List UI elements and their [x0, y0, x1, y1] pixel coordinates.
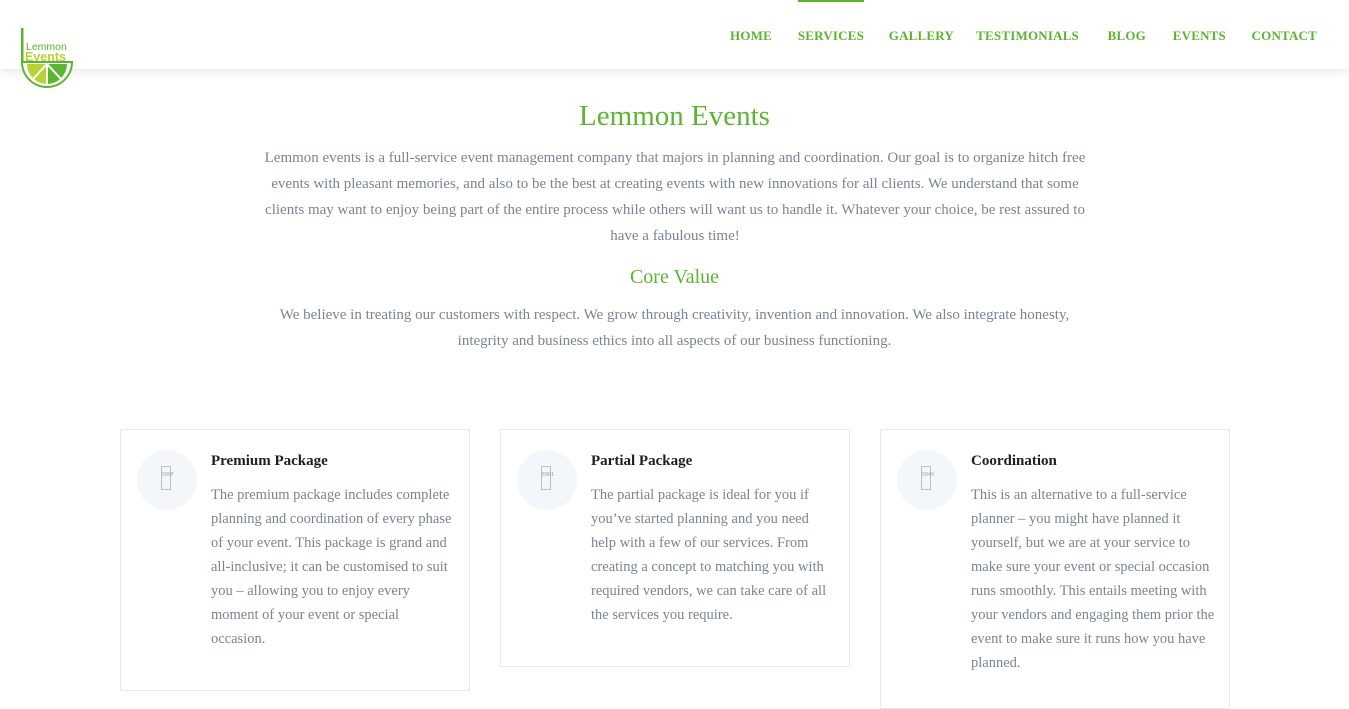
- package-icon-badge: E049: [897, 450, 957, 510]
- package-icon-badge: E00F: [137, 450, 197, 510]
- lemon-logo-icon: Lemmon Events: [20, 28, 74, 88]
- missing-glyph-icon: E00F: [161, 466, 174, 490]
- missing-glyph-icon: E049: [921, 466, 934, 490]
- package-title: Coordination: [971, 453, 1057, 469]
- svg-text:Events: Events: [25, 50, 66, 64]
- core-value-paragraph: We believe in treating our customers wit…: [279, 307, 1070, 349]
- nav-blog[interactable]: BLOG: [1108, 0, 1146, 69]
- lemmon-events-logo[interactable]: Lemmon Events: [20, 26, 74, 90]
- intro-paragraph: Lemmon events is a full-service event ma…: [264, 150, 1086, 244]
- package-card-premium: E00F Premium Package The premium package…: [120, 429, 470, 691]
- nav-home[interactable]: HOME: [730, 0, 772, 69]
- nav-testimonials[interactable]: TESTIMONIALS: [976, 0, 1079, 69]
- missing-glyph-icon: E001: [541, 466, 554, 490]
- package-description: This is an alternative to a full-service…: [971, 487, 1215, 671]
- nav-contact[interactable]: CONTACT: [1252, 0, 1317, 69]
- core-value-heading: Core Value: [629, 266, 720, 288]
- package-card-coordination: E049 Coordination This is an alternative…: [880, 429, 1230, 709]
- package-card-partial: E001 Partial Package The partial package…: [500, 429, 850, 667]
- nav-gallery[interactable]: GALLERY: [889, 0, 954, 69]
- package-icon-badge: E001: [517, 450, 577, 510]
- package-title: Premium Package: [211, 453, 328, 469]
- page-title: Lemmon Events: [579, 100, 770, 132]
- site-header: Lemmon Events HOME SERVICES GALLERY TEST…: [0, 0, 1349, 88]
- package-description: The partial package is ideal for you if …: [591, 487, 827, 623]
- package-title: Partial Package: [591, 453, 693, 469]
- package-description: The premium package includes complete pl…: [211, 487, 452, 647]
- nav-services[interactable]: SERVICES: [797, 0, 865, 69]
- nav-events[interactable]: EVENTS: [1173, 0, 1226, 69]
